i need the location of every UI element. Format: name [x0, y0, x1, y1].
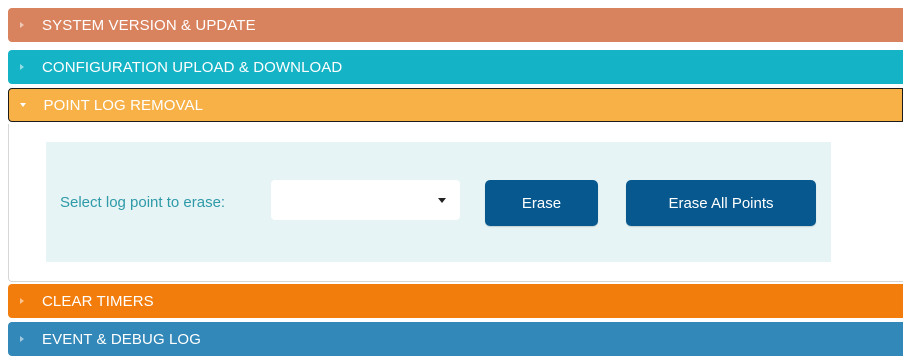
log-point-select[interactable]: [271, 180, 460, 220]
select-log-point-label: Select log point to erase:: [60, 194, 226, 211]
section-header-event-debug-log[interactable]: EVENT & DEBUG LOG: [8, 322, 903, 356]
erase-button[interactable]: Erase: [485, 180, 598, 226]
caret-down-icon: [19, 103, 26, 107]
dropdown-arrow-icon: [438, 198, 446, 203]
caret-right-icon: [20, 64, 24, 70]
erase-form-panel: Select log point to erase: Erase Erase A…: [46, 142, 831, 262]
point-log-removal-panel: Select log point to erase: Erase Erase A…: [8, 124, 903, 282]
accordion-page: SYSTEM VERSION & UPDATE CONFIGURATION UP…: [0, 0, 903, 356]
section-title-event-debug-log: EVENT & DEBUG LOG: [42, 330, 201, 348]
caret-right-icon: [20, 22, 24, 28]
erase-all-points-button[interactable]: Erase All Points: [626, 180, 816, 226]
section-title-clear-timers: CLEAR TIMERS: [42, 292, 154, 310]
section-title-system-version: SYSTEM VERSION & UPDATE: [42, 16, 256, 34]
section-header-configuration[interactable]: CONFIGURATION UPLOAD & DOWNLOAD: [8, 50, 903, 84]
section-header-point-log-removal[interactable]: POINT LOG REMOVAL: [8, 88, 903, 122]
caret-right-icon: [20, 298, 24, 304]
section-title-point-log-removal: POINT LOG REMOVAL: [43, 96, 204, 114]
section-header-clear-timers[interactable]: CLEAR TIMERS: [8, 284, 903, 318]
caret-right-icon: [20, 336, 24, 342]
section-header-system-version[interactable]: SYSTEM VERSION & UPDATE: [8, 8, 903, 42]
section-title-configuration: CONFIGURATION UPLOAD & DOWNLOAD: [42, 58, 343, 76]
